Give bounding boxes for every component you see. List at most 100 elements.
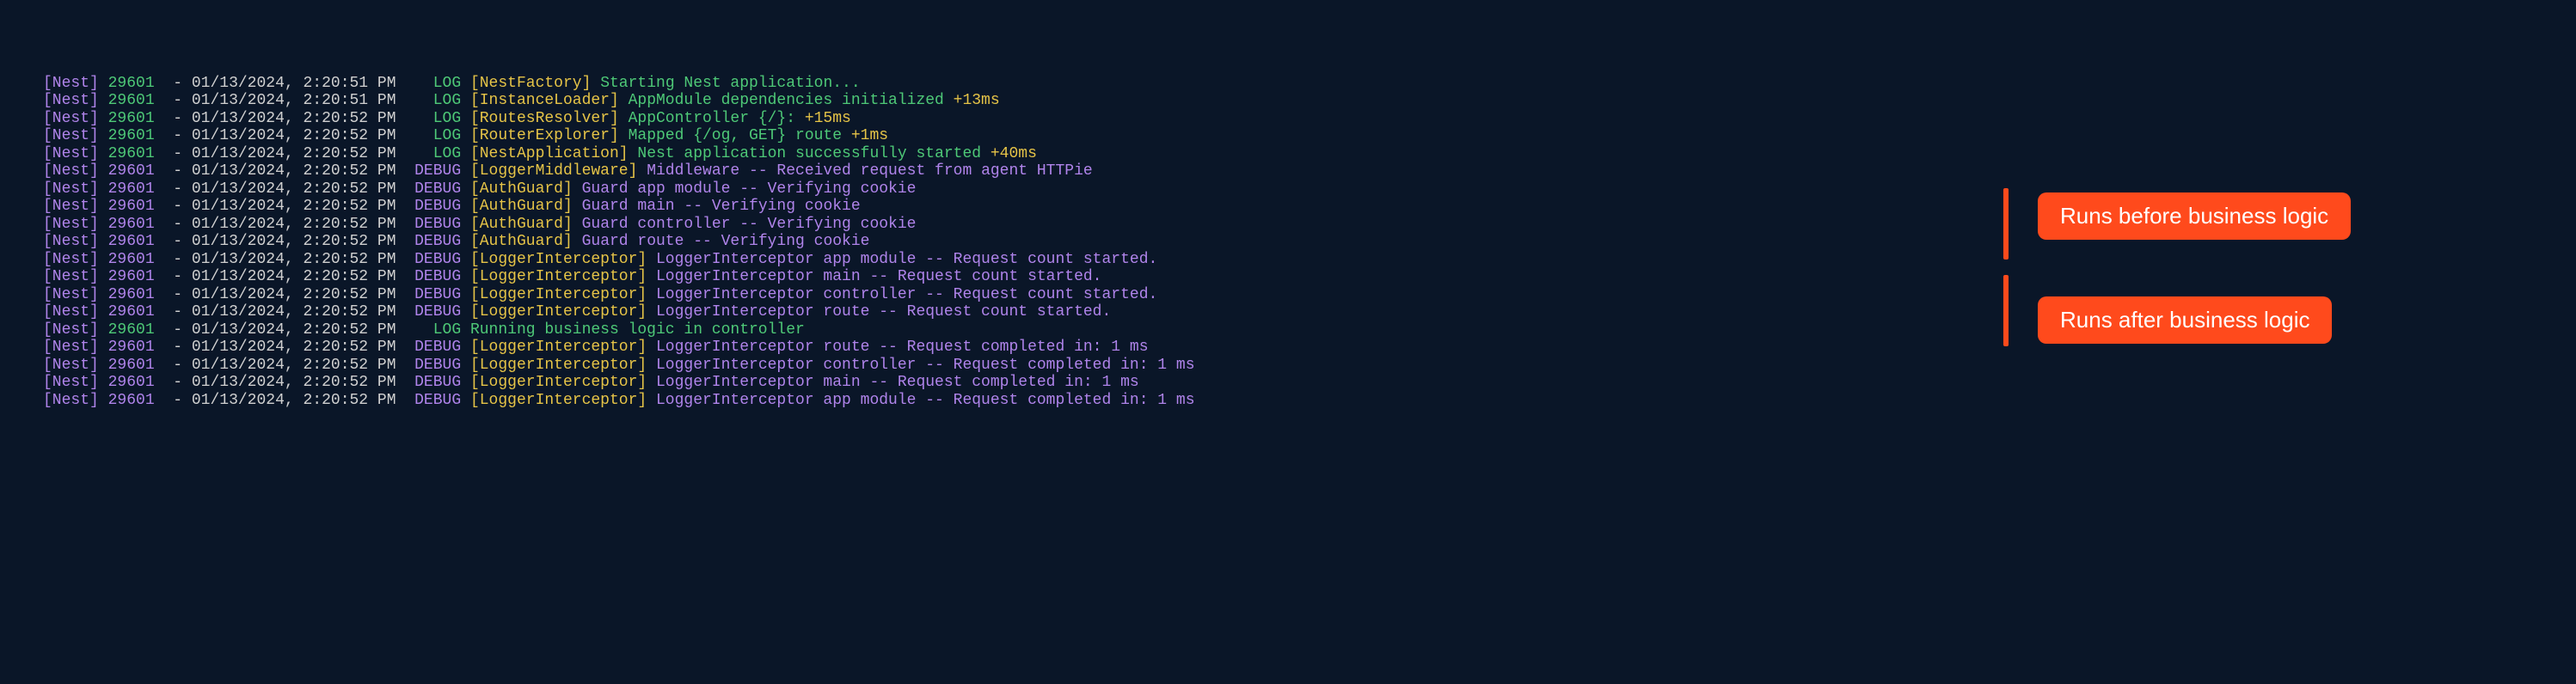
log-context: [LoggerInterceptor] [470, 392, 647, 409]
annotation-badge-before: Runs before business logic [2038, 192, 2351, 240]
log-dash: - [173, 321, 182, 339]
log-tag: [Nest] [43, 339, 99, 356]
log-level: LOG [433, 127, 461, 144]
log-pid: 29601 [108, 268, 155, 285]
log-level: DEBUG [414, 198, 461, 215]
log-message: LoggerInterceptor controller -- Request … [656, 357, 1195, 374]
log-context: [LoggerInterceptor] [470, 374, 647, 391]
log-line: [Nest] 29601 - 01/13/2024, 2:20:51 PM LO… [43, 93, 2576, 111]
log-timestamp: 01/13/2024, 2:20:52 PM [192, 145, 396, 162]
log-timestamp: 01/13/2024, 2:20:51 PM [192, 92, 396, 109]
log-tag: [Nest] [43, 303, 99, 321]
log-message: LoggerInterceptor app module -- Request … [656, 251, 1157, 268]
log-dash: - [173, 357, 182, 374]
log-tag: [Nest] [43, 374, 99, 391]
log-level: DEBUG [414, 180, 461, 198]
log-pid: 29601 [108, 92, 155, 109]
log-tag: [Nest] [43, 180, 99, 198]
log-level: DEBUG [414, 286, 461, 303]
log-dash: - [173, 145, 182, 162]
log-timestamp: 01/13/2024, 2:20:52 PM [192, 357, 396, 374]
log-context: [LoggerInterceptor] [470, 303, 647, 321]
log-line: [Nest] 29601 - 01/13/2024, 2:20:52 PM DE… [43, 163, 2576, 181]
log-timestamp: 01/13/2024, 2:20:52 PM [192, 303, 396, 321]
log-context: [AuthGuard] [470, 198, 573, 215]
log-context: [LoggerInterceptor] [470, 286, 647, 303]
log-message: Guard main -- Verifying cookie [582, 198, 861, 215]
log-dash: - [173, 216, 182, 233]
log-timestamp: 01/13/2024, 2:20:52 PM [192, 268, 396, 285]
log-tag: [Nest] [43, 110, 99, 127]
log-level: LOG [433, 92, 461, 109]
log-message: Starting Nest application... [600, 75, 860, 92]
log-timestamp: 01/13/2024, 2:20:52 PM [192, 339, 396, 356]
log-level: DEBUG [414, 162, 461, 180]
log-dash: - [173, 75, 182, 92]
log-pid: 29601 [108, 75, 155, 92]
log-level: DEBUG [414, 233, 461, 250]
log-pid: 29601 [108, 198, 155, 215]
log-line: [Nest] 29601 - 01/13/2024, 2:20:52 PM DE… [43, 375, 2576, 393]
log-message: LoggerInterceptor controller -- Request … [656, 286, 1157, 303]
log-context: [LoggerInterceptor] [470, 268, 647, 285]
log-tag: [Nest] [43, 92, 99, 109]
log-timestamp: 01/13/2024, 2:20:52 PM [192, 110, 396, 127]
log-tag: [Nest] [43, 162, 99, 180]
log-level: DEBUG [414, 339, 461, 356]
log-level: DEBUG [414, 392, 461, 409]
annotation-bar-before [2003, 188, 2009, 260]
log-timing: +15ms [805, 110, 851, 127]
log-context: [LoggerMiddleware] [470, 162, 637, 180]
log-dash: - [173, 392, 182, 409]
log-context: [RouterExplorer] [470, 127, 619, 144]
log-pid: 29601 [108, 110, 155, 127]
terminal-log-output: [Nest] 29601 - 01/13/2024, 2:20:51 PM LO… [43, 76, 2576, 411]
log-pid: 29601 [108, 145, 155, 162]
log-timestamp: 01/13/2024, 2:20:52 PM [192, 162, 396, 180]
log-dash: - [173, 162, 182, 180]
log-message: LoggerInterceptor route -- Request count… [656, 303, 1111, 321]
log-message: Running business logic in controller [470, 321, 805, 339]
log-timestamp: 01/13/2024, 2:20:52 PM [192, 127, 396, 144]
log-timing: +13ms [954, 92, 1000, 109]
log-pid: 29601 [108, 286, 155, 303]
log-level: DEBUG [414, 251, 461, 268]
log-context: [AuthGuard] [470, 216, 573, 233]
log-level: DEBUG [414, 374, 461, 391]
annotation-bar-after [2003, 275, 2009, 346]
log-message: Mapped {/og, GET} route [629, 127, 851, 144]
log-dash: - [173, 92, 182, 109]
log-pid: 29601 [108, 162, 155, 180]
log-context: [LoggerInterceptor] [470, 357, 647, 374]
log-line: [Nest] 29601 - 01/13/2024, 2:20:52 PM LO… [43, 146, 2576, 164]
log-dash: - [173, 233, 182, 250]
log-pid: 29601 [108, 392, 155, 409]
log-pid: 29601 [108, 303, 155, 321]
log-tag: [Nest] [43, 145, 99, 162]
log-line: [Nest] 29601 - 01/13/2024, 2:20:52 PM DE… [43, 269, 2576, 287]
log-message: Nest application successfully started [637, 145, 990, 162]
log-dash: - [173, 198, 182, 215]
log-message: Guard controller -- Verifying cookie [582, 216, 917, 233]
log-tag: [Nest] [43, 216, 99, 233]
log-tag: [Nest] [43, 127, 99, 144]
log-dash: - [173, 286, 182, 303]
log-tag: [Nest] [43, 357, 99, 374]
log-timestamp: 01/13/2024, 2:20:52 PM [192, 374, 396, 391]
log-tag: [Nest] [43, 392, 99, 409]
log-timestamp: 01/13/2024, 2:20:52 PM [192, 198, 396, 215]
log-context: [InstanceLoader] [470, 92, 619, 109]
log-timing: +1ms [851, 127, 888, 144]
log-line: [Nest] 29601 - 01/13/2024, 2:20:52 PM DE… [43, 393, 2576, 411]
log-message: Guard route -- Verifying cookie [582, 233, 870, 250]
log-context: [AuthGuard] [470, 233, 573, 250]
log-tag: [Nest] [43, 268, 99, 285]
log-level: DEBUG [414, 357, 461, 374]
log-timestamp: 01/13/2024, 2:20:52 PM [192, 233, 396, 250]
log-dash: - [173, 110, 182, 127]
log-context: [NestApplication] [470, 145, 629, 162]
log-timestamp: 01/13/2024, 2:20:52 PM [192, 216, 396, 233]
log-dash: - [173, 180, 182, 198]
log-message: Middleware -- Received request from agen… [647, 162, 1092, 180]
log-pid: 29601 [108, 180, 155, 198]
